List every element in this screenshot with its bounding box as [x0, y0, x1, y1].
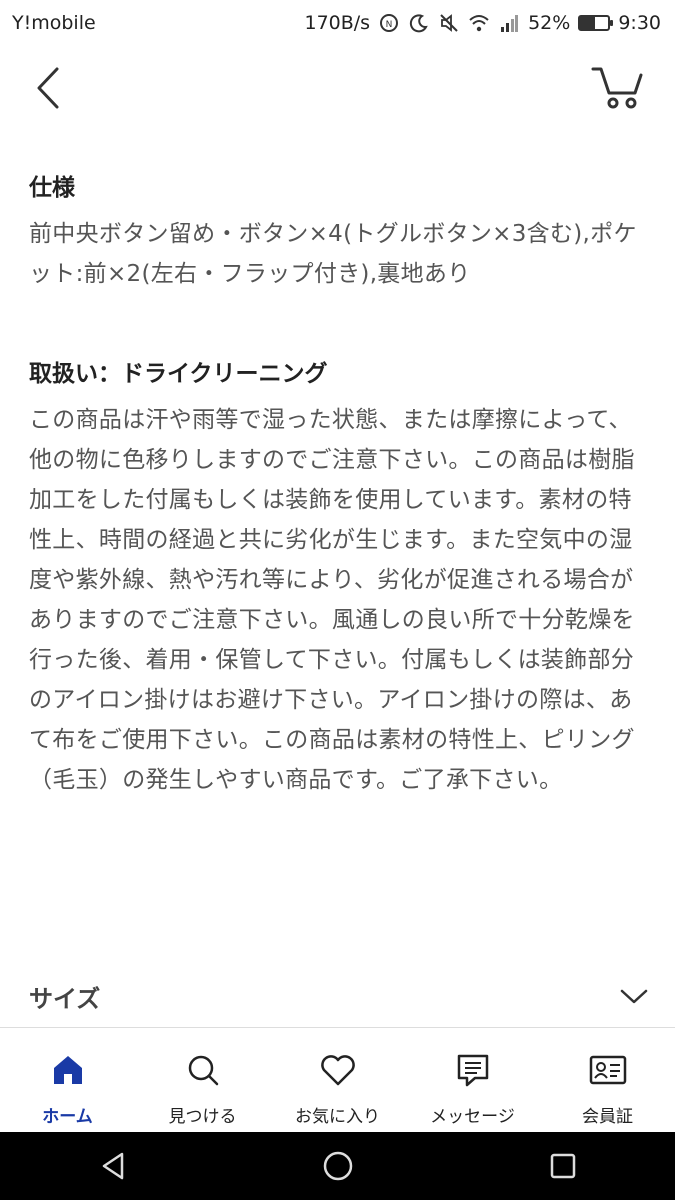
system-recents-button[interactable] — [533, 1136, 593, 1196]
member-card-icon — [588, 1050, 628, 1090]
care-section: 取扱い：ドライクリーニング この商品は汗や雨等で湿った状態、または摩擦によって、… — [29, 348, 649, 800]
care-title: 取扱い：ドライクリーニング — [29, 361, 328, 387]
nav-member-card[interactable]: 会員証 — [540, 1028, 675, 1132]
nav-messages-label: メッセージ — [430, 1107, 515, 1127]
mute-icon — [438, 12, 460, 34]
home-icon — [48, 1050, 88, 1090]
chevron-down-icon — [620, 989, 648, 1004]
size-label: サイズ — [29, 984, 101, 1013]
nfc-icon: N — [378, 12, 400, 34]
clock: 9:30 — [618, 12, 661, 34]
system-nav-bar — [0, 1132, 675, 1200]
system-home-button[interactable] — [308, 1136, 368, 1196]
spec-title: 仕様 — [29, 175, 75, 201]
carrier-name: Y!mobile — [12, 12, 96, 34]
battery-icon — [578, 15, 614, 31]
heart-icon — [318, 1050, 358, 1090]
cart-button[interactable] — [589, 60, 645, 116]
back-button[interactable] — [26, 60, 70, 116]
message-icon — [453, 1050, 493, 1090]
nav-favorites[interactable]: お気に入り — [270, 1028, 405, 1132]
app-header — [0, 46, 675, 132]
recents-square-icon — [550, 1153, 575, 1179]
nav-home-label: ホーム — [42, 1107, 93, 1127]
moon-icon — [408, 12, 430, 34]
nav-search-label: 見つける — [168, 1107, 237, 1127]
nav-favorites-label: お気に入り — [295, 1107, 380, 1127]
bottom-nav: ホーム 見つける お気に入り メッセージ 会員証 — [0, 1028, 675, 1132]
home-circle-icon — [323, 1151, 352, 1181]
svg-text:N: N — [386, 20, 393, 30]
care-body: この商品は汗や雨等で湿った状態、または摩擦によって、他の物に色移りしますのでご注… — [29, 407, 635, 793]
system-back-button[interactable] — [83, 1136, 143, 1196]
net-speed: 170B/s — [304, 12, 371, 34]
wifi-icon — [468, 12, 490, 34]
spec-section: 仕様 前中央ボタン留め・ボタン×4(トグルボタン×3含む),ポケット:前×2(左… — [29, 162, 649, 294]
search-icon — [183, 1050, 223, 1090]
cart-icon — [591, 67, 643, 109]
size-accordion[interactable]: サイズ — [29, 968, 649, 1024]
battery-fill — [580, 17, 595, 29]
signal-icon — [498, 12, 520, 34]
back-triangle-icon — [102, 1152, 123, 1180]
spec-body: 前中央ボタン留め・ボタン×4(トグルボタン×3含む),ポケット:前×2(左右・フ… — [29, 221, 637, 287]
status-icons: 170B/s N 52% 9:30 — [304, 12, 661, 34]
nav-home[interactable]: ホーム — [0, 1028, 135, 1132]
nav-messages[interactable]: メッセージ — [405, 1028, 540, 1132]
nav-member-card-label: 会員証 — [582, 1107, 633, 1127]
status-bar: Y!mobile 170B/s N 52% 9:30 — [0, 0, 675, 46]
chevron-left-icon — [37, 67, 59, 109]
battery-percent: 52% — [528, 12, 571, 34]
nav-search[interactable]: 見つける — [135, 1028, 270, 1132]
